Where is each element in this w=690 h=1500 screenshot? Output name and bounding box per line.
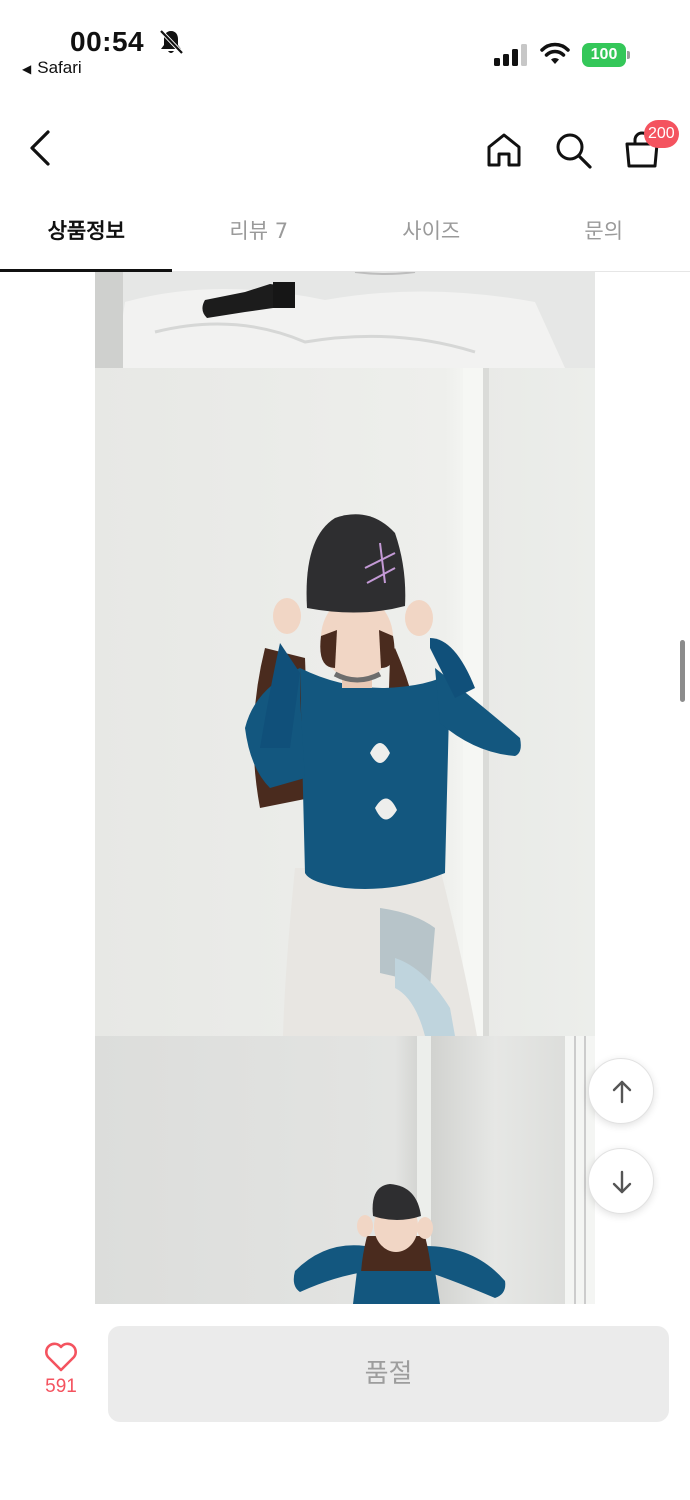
tab-reviews[interactable]: 리뷰 7 bbox=[173, 200, 346, 271]
arrow-down-icon bbox=[612, 1170, 632, 1194]
search-icon[interactable] bbox=[553, 130, 593, 170]
back-app-label: Safari bbox=[37, 58, 82, 77]
battery-level: 100 bbox=[582, 43, 626, 67]
tab-product-info[interactable]: 상품정보 bbox=[0, 200, 173, 272]
tab-size[interactable]: 사이즈 bbox=[345, 200, 518, 271]
sold-out-button[interactable]: 품절 bbox=[108, 1326, 669, 1422]
cellular-signal-icon bbox=[494, 44, 527, 66]
detail-tabs: 상품정보 리뷰 7 사이즈 문의 bbox=[0, 200, 690, 272]
product-photo-model-second bbox=[95, 1036, 595, 1304]
wifi-icon bbox=[540, 42, 570, 64]
back-to-app-link[interactable]: ◀ Safari bbox=[22, 58, 82, 78]
cart-count-badge: 200 bbox=[644, 120, 679, 148]
scrollbar-thumb[interactable] bbox=[680, 640, 685, 702]
home-icon[interactable] bbox=[484, 130, 524, 170]
like-button[interactable]: 591 bbox=[30, 1342, 92, 1398]
product-photo-flatlay bbox=[95, 272, 595, 368]
top-nav: 200 bbox=[0, 110, 690, 190]
scroll-to-bottom-button[interactable] bbox=[588, 1148, 654, 1214]
back-arrow-icon[interactable] bbox=[24, 128, 58, 168]
bell-slash-icon bbox=[159, 29, 184, 55]
tab-inquiry[interactable]: 문의 bbox=[518, 200, 690, 271]
purchase-bar: 591 품절 bbox=[0, 1304, 690, 1500]
product-photo-model-front bbox=[95, 368, 595, 1036]
product-detail-content[interactable] bbox=[0, 272, 690, 1304]
battery-icon: 100 bbox=[582, 43, 630, 67]
status-bar: 00:54 ◀ Safari 100 bbox=[0, 0, 690, 95]
arrow-up-icon bbox=[612, 1080, 632, 1104]
like-count: 591 bbox=[45, 1376, 77, 1397]
scroll-to-top-button[interactable] bbox=[588, 1058, 654, 1124]
status-time: 00:54 bbox=[70, 26, 145, 57]
heart-icon bbox=[45, 1342, 77, 1372]
